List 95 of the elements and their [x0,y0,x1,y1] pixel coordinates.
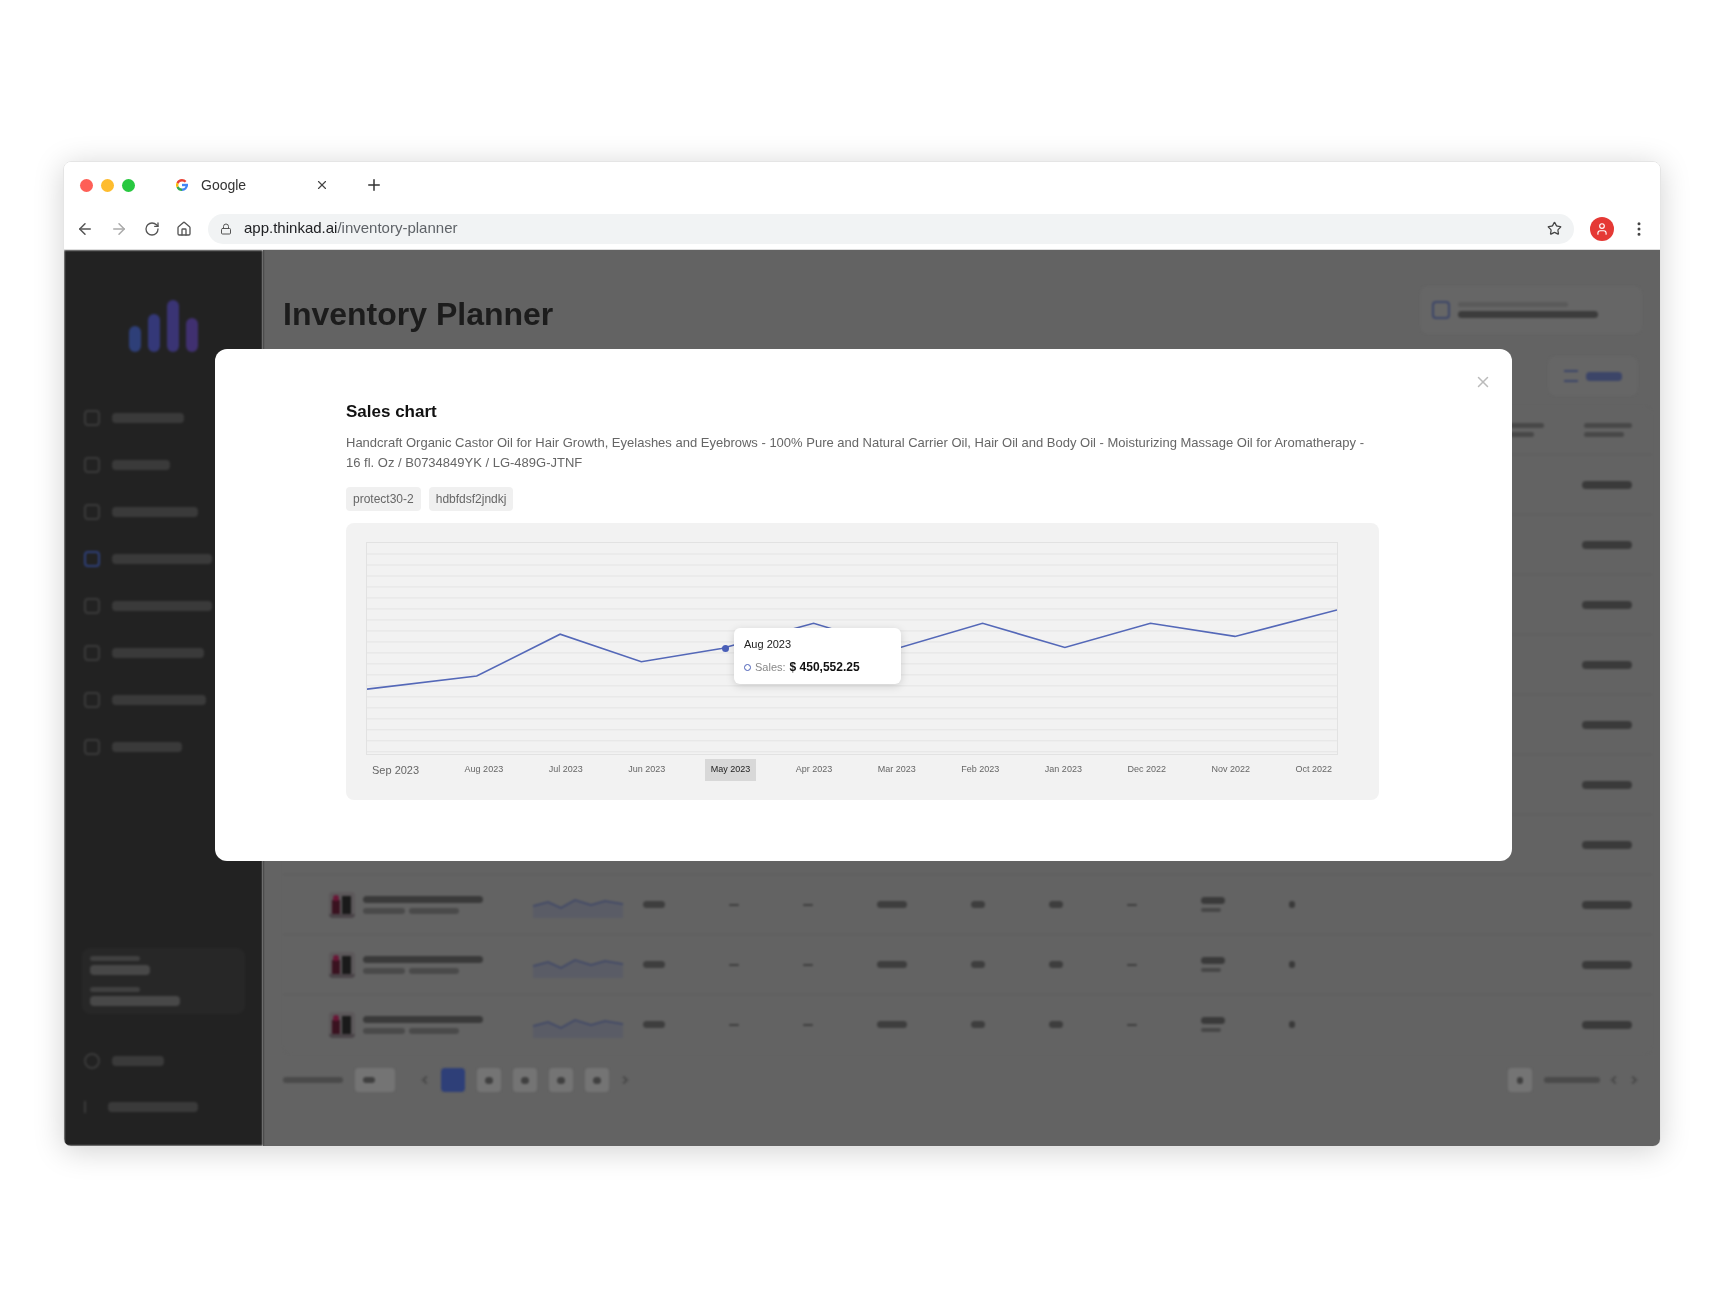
bookmark-star-icon[interactable] [1547,221,1562,236]
blurred-text [1049,961,1063,968]
axis-label[interactable]: Feb 2023 [955,759,1006,781]
blurred-text [1201,1017,1225,1024]
axis-label[interactable]: Oct 2022 [1289,759,1338,781]
page-input[interactable] [1508,1068,1532,1092]
page-button[interactable] [441,1068,465,1092]
blurred-text [1584,432,1624,437]
axis-label[interactable]: Sep 2023 [366,757,426,782]
page-button[interactable] [549,1068,573,1092]
page-title: Inventory Planner [283,295,554,334]
blurred-text [1582,780,1632,789]
records-select[interactable] [355,1068,395,1092]
blurred-text [971,961,985,968]
google-logo-icon [175,178,189,192]
blurred-text [1582,720,1632,729]
calendar-icon [1432,301,1450,319]
tooltip-value: $ 450,552.25 [789,659,860,676]
new-tab-icon[interactable] [365,176,383,194]
blurred-text [1582,960,1632,969]
blurred-text [1049,901,1063,908]
blurred-text [90,965,150,975]
browser-tab[interactable]: Google [167,168,337,202]
blurred-text [521,1076,529,1084]
axis-label[interactable]: Mar 2023 [871,759,922,781]
blurred-text [363,1027,405,1034]
blurred-text [971,901,985,908]
blurred-text [112,1056,164,1066]
menu-item-icon [84,550,100,567]
url-text: app.thinkad.ai/inventory-planner [244,218,459,239]
blurred-text [409,967,459,974]
blurred-text [1289,961,1295,968]
blurred-text [643,901,665,908]
blurred-text [409,1027,459,1034]
address-bar[interactable]: app.thinkad.ai/inventory-planner [208,213,1574,244]
close-tab-icon[interactable] [315,178,329,192]
blurred-text [363,967,405,974]
blurred-text [1582,840,1632,849]
blurred-text [1582,600,1632,609]
blurred-text [877,961,907,968]
blurred-text [363,1077,375,1083]
profile-avatar[interactable] [1590,216,1614,241]
blurred-text [1582,1020,1632,1029]
axis-label[interactable]: May 2023 [704,759,757,781]
axis-label[interactable]: Aug 2023 [458,759,510,781]
product-description: Handcraft Organic Castor Oil for Hair Growth, Eyelashes and Eyebrows - 100% Pure and Natural Carrier Oil, Hair Oil and Body Oil - Moisturizing Massage Oil for Aromatherapy - 16 fl. Oz / B0734849YK / LG-489G-JTNF [346,433,1365,472]
blurred-text [1582,900,1632,909]
blurred-text [409,907,459,914]
tag: hdbfdsf2jndkj [428,486,514,511]
blurred-text [877,1021,907,1028]
lock-icon [220,222,232,235]
blurred-text [1049,1021,1063,1028]
axis-label[interactable]: Apr 2023 [789,759,839,781]
axis-label[interactable]: Jul 2023 [542,759,589,781]
dialog-title: Sales chart [346,401,438,423]
page-button[interactable] [585,1068,609,1092]
blurred-text [485,1076,493,1084]
axis-label[interactable]: Jun 2023 [622,759,672,781]
blurred-text [1584,423,1632,428]
blurred-text [1582,480,1632,489]
home-icon[interactable] [176,220,192,237]
blurred-text [90,956,140,961]
blurred-text [557,1076,565,1084]
axis-label[interactable]: Dec 2022 [1121,759,1172,781]
blurred-text [1582,660,1632,669]
blurred-text [971,1021,985,1028]
blurred-text [877,901,907,908]
blurred-text [112,459,170,470]
blurred-text [1289,1021,1295,1028]
blurred-text [1517,1076,1523,1084]
axis-label[interactable]: Jan 2023 [1038,759,1088,781]
blurred-text [112,412,184,423]
page-button[interactable] [513,1068,537,1092]
blurred-text [1201,957,1225,964]
axis-label[interactable]: Nov 2022 [1205,759,1256,781]
blurred-text [283,1077,343,1083]
reload-icon[interactable] [144,220,160,237]
tooltip-title: Aug 2023 [744,636,793,652]
blurred-text [90,987,140,992]
filter-icon [1564,370,1578,382]
tab-title: Google [201,175,248,195]
page-button[interactable] [477,1068,501,1092]
blurred-text [112,741,182,752]
blurred-text [1289,901,1295,908]
blurred-text [1586,371,1622,381]
tag: protect30-2 [346,486,421,511]
tooltip-label: Sales: [755,659,786,675]
blurred-text [643,1021,665,1028]
blurred-text [1201,897,1225,904]
blurred-text [643,961,665,968]
blurred-text [363,907,405,914]
hover-point-icon [722,644,729,652]
blurred-text [1582,540,1632,549]
blurred-text [593,1076,601,1084]
blurred-text [1544,1077,1600,1083]
